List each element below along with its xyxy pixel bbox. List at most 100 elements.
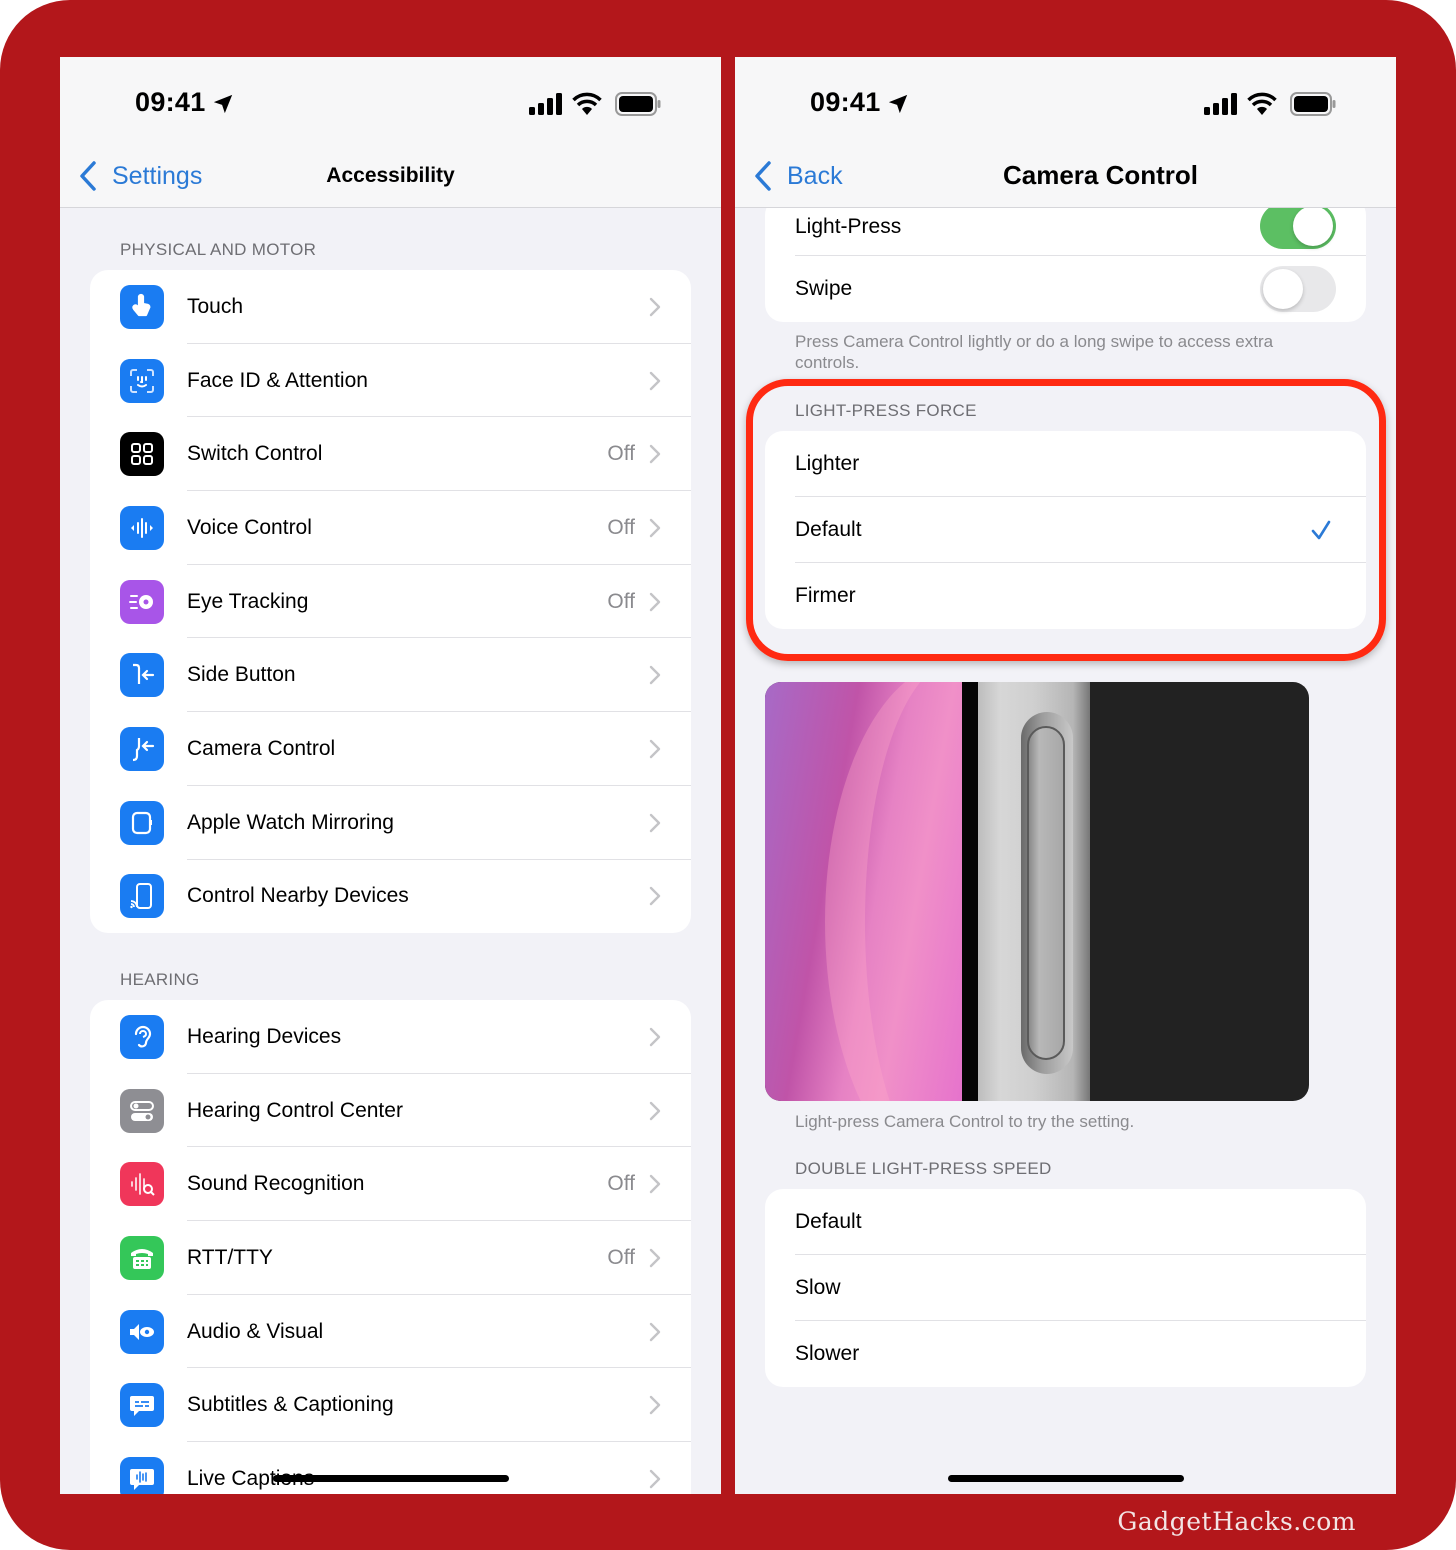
row-label: Hearing Devices xyxy=(187,1024,342,1048)
option-label: Firmer xyxy=(795,584,856,607)
row-value: Off xyxy=(607,1172,635,1196)
chevron-right-icon xyxy=(649,371,661,390)
option-label: Slow xyxy=(795,1276,841,1299)
eye-tracking-icon xyxy=(120,579,164,624)
row-value: Off xyxy=(607,515,635,539)
chevron-right-icon xyxy=(649,518,661,538)
chevron-right-icon xyxy=(649,1322,661,1341)
side-button-icon xyxy=(120,653,164,698)
hearing-group: Hearing Devices Hearing Control Center Sou… xyxy=(90,1000,691,1494)
chevron-left-icon xyxy=(755,161,771,191)
chevron-right-icon xyxy=(649,1101,661,1120)
option-slow[interactable]: Slow xyxy=(765,1255,1366,1321)
switch-control-grid-icon xyxy=(120,432,164,477)
option-default[interactable]: Default xyxy=(765,1189,1366,1255)
swipe-row: Swipe xyxy=(765,256,1366,322)
home-indicator[interactable] xyxy=(948,1475,1184,1482)
preview-caption: Light-press Camera Control to try the se… xyxy=(795,1112,1135,1131)
double-press-speed-header: DOUBLE LIGHT-PRESS SPEED xyxy=(795,1159,1052,1178)
light-press-force-header: LIGHT-PRESS FORCE xyxy=(795,401,977,420)
settings-row-control-nearby-devices[interactable]: Control Nearby Devices xyxy=(90,860,691,934)
chevron-right-icon xyxy=(649,445,661,464)
cellular-signal-icon xyxy=(529,93,562,115)
row-label: Sound Recognition xyxy=(187,1172,365,1196)
settings-row-voice-control[interactable]: Voice Control Off xyxy=(90,491,691,565)
settings-row-audio-visual[interactable]: Audio & Visual xyxy=(90,1295,691,1369)
row-value: Off xyxy=(607,1245,635,1269)
settings-row-subtitles-captioning[interactable]: Subtitles & Captioning xyxy=(90,1368,691,1443)
settings-row-camera-control[interactable]: Camera Control xyxy=(90,712,691,786)
option-slower[interactable]: Slower xyxy=(765,1321,1366,1387)
home-indicator[interactable] xyxy=(273,1475,509,1482)
camera-control-preview-image xyxy=(765,682,1309,1101)
swipe-label: Swipe xyxy=(795,277,853,300)
settings-row-sound-recognition[interactable]: Sound Recognition Off xyxy=(90,1147,691,1222)
accessibility-screen: 09:41 Settings Accessibility PHYSICAL AN… xyxy=(60,57,721,1494)
chevron-right-icon xyxy=(649,887,661,906)
row-label: Switch Control xyxy=(187,442,323,466)
chevron-right-icon xyxy=(649,666,661,685)
row-label: Camera Control xyxy=(187,736,336,760)
row-label: Face ID & Attention xyxy=(187,368,368,392)
ear-icon xyxy=(120,1014,164,1059)
double-press-speed-group: Default Slow Slower xyxy=(765,1189,1366,1387)
sound-recognition-icon xyxy=(120,1162,164,1207)
option-label: Lighter xyxy=(795,452,860,475)
chevron-right-icon xyxy=(649,1248,661,1268)
location-arrow-icon xyxy=(888,94,908,114)
checkmark-icon xyxy=(1311,520,1331,540)
section-header-physical-motor: PHYSICAL AND MOTOR xyxy=(120,240,317,259)
option-lighter[interactable]: Lighter xyxy=(765,431,1366,497)
page-title: Camera Control xyxy=(1002,160,1199,190)
status-time: 09:41 xyxy=(810,87,881,117)
settings-row-hearing-control-center[interactable]: Hearing Control Center xyxy=(90,1074,691,1148)
settings-row-hearing-devices[interactable]: Hearing Devices xyxy=(90,1000,691,1074)
settings-row-apple-watch-mirroring[interactable]: Apple Watch Mirroring xyxy=(90,786,691,860)
option-firmer[interactable]: Firmer xyxy=(765,563,1366,629)
settings-row-live-captions[interactable]: Live Captions xyxy=(90,1442,691,1494)
settings-row-side-button[interactable]: Side Button xyxy=(90,638,691,713)
frame-border: 09:41 Settings Accessibility PHYSICAL AN… xyxy=(0,0,1456,1550)
face-id-icon xyxy=(120,358,164,403)
settings-row-face-id-attention[interactable]: Face ID & Attention xyxy=(90,344,691,418)
navigation-bar: Settings Accessibility xyxy=(60,152,721,208)
row-label: Touch xyxy=(187,294,244,318)
navigation-bar: Back Camera Control xyxy=(735,152,1396,208)
settings-row-rtt-tty[interactable]: RTT/TTY Off xyxy=(90,1221,691,1295)
row-label: Control Nearby Devices xyxy=(187,884,409,908)
light-press-label: Light-Press xyxy=(795,214,902,238)
status-time: 09:41 xyxy=(135,87,206,117)
settings-row-touch[interactable]: Touch xyxy=(90,270,691,344)
voice-waveform-icon xyxy=(120,505,164,550)
settings-row-eye-tracking[interactable]: Eye Tracking Off xyxy=(90,565,691,639)
row-label: Apple Watch Mirroring xyxy=(187,810,394,834)
option-label: Default xyxy=(795,518,862,541)
swipe-toggle[interactable] xyxy=(1260,266,1336,312)
battery-icon xyxy=(1290,92,1336,116)
row-label: Eye Tracking xyxy=(187,589,309,613)
live-captions-icon xyxy=(120,1456,164,1494)
row-label: Subtitles & Captioning xyxy=(187,1393,394,1417)
chevron-right-icon xyxy=(649,1469,661,1489)
toggles-footnote: Press Camera Control lightly or do a lon… xyxy=(795,332,1274,372)
light-press-toggle[interactable] xyxy=(1260,203,1336,249)
chevron-right-icon xyxy=(649,813,661,832)
chevron-right-icon xyxy=(649,1027,661,1047)
chevron-right-icon xyxy=(649,739,661,759)
row-label: Side Button xyxy=(187,663,296,687)
section-header-hearing: HEARING xyxy=(120,970,200,989)
location-arrow-icon xyxy=(213,94,233,114)
touch-hand-icon xyxy=(120,284,164,329)
row-label: Voice Control xyxy=(187,515,312,539)
toggles-icon xyxy=(120,1088,164,1133)
cellular-signal-icon xyxy=(1204,93,1237,115)
row-label: Audio & Visual xyxy=(187,1319,324,1343)
option-default[interactable]: Default xyxy=(765,497,1366,563)
row-label: RTT/TTY xyxy=(187,1245,273,1269)
chevron-right-icon xyxy=(649,1175,661,1194)
settings-row-switch-control[interactable]: Switch Control Off xyxy=(90,417,691,492)
option-label: Slower xyxy=(795,1342,860,1365)
status-bar: 09:41 xyxy=(60,57,721,152)
wifi-icon xyxy=(1247,92,1277,115)
tty-phone-icon xyxy=(120,1235,164,1280)
